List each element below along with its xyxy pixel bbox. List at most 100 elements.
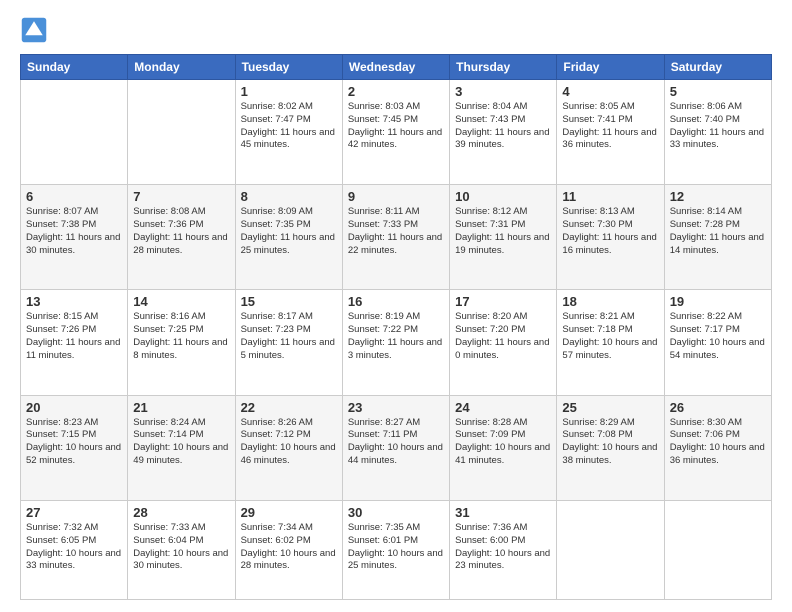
day-number: 5 bbox=[670, 84, 766, 99]
day-info: Sunrise: 8:30 AM Sunset: 7:06 PM Dayligh… bbox=[670, 417, 766, 468]
calendar-cell bbox=[557, 500, 664, 599]
day-info: Sunrise: 8:23 AM Sunset: 7:15 PM Dayligh… bbox=[26, 417, 122, 468]
logo bbox=[20, 16, 52, 44]
calendar-header-monday: Monday bbox=[128, 55, 235, 80]
day-number: 4 bbox=[562, 84, 658, 99]
day-number: 17 bbox=[455, 294, 551, 309]
day-number: 21 bbox=[133, 400, 229, 415]
calendar-cell: 20 Sunrise: 8:23 AM Sunset: 7:15 PM Dayli… bbox=[21, 395, 128, 500]
calendar-cell: 21 Sunrise: 8:24 AM Sunset: 7:14 PM Dayli… bbox=[128, 395, 235, 500]
day-number: 1 bbox=[241, 84, 337, 99]
day-info: Sunrise: 7:35 AM Sunset: 6:01 PM Dayligh… bbox=[348, 522, 444, 573]
calendar-cell: 5 Sunrise: 8:06 AM Sunset: 7:40 PM Daylig… bbox=[664, 80, 771, 185]
logo-icon bbox=[20, 16, 48, 44]
calendar-header-friday: Friday bbox=[557, 55, 664, 80]
day-info: Sunrise: 8:09 AM Sunset: 7:35 PM Dayligh… bbox=[241, 206, 337, 257]
calendar-cell: 19Sunrise: 8:22 AM Sunset: 7:17 PM Dayli… bbox=[664, 290, 771, 395]
calendar-cell: 27 Sunrise: 7:32 AM Sunset: 6:05 PM Dayli… bbox=[21, 500, 128, 599]
calendar-week-1: 1Sunrise: 8:02 AM Sunset: 7:47 PM Daylig… bbox=[21, 80, 772, 185]
day-number: 16 bbox=[348, 294, 444, 309]
calendar-cell: 29 Sunrise: 7:34 AM Sunset: 6:02 PM Dayli… bbox=[235, 500, 342, 599]
day-number: 24 bbox=[455, 400, 551, 415]
day-info: Sunrise: 8:22 AM Sunset: 7:17 PM Dayligh… bbox=[670, 311, 766, 362]
calendar-cell: 10 Sunrise: 8:12 AM Sunset: 7:31 PM Dayli… bbox=[450, 185, 557, 290]
calendar-cell: 4 Sunrise: 8:05 AM Sunset: 7:41 PM Daylig… bbox=[557, 80, 664, 185]
calendar-cell bbox=[21, 80, 128, 185]
day-number: 9 bbox=[348, 189, 444, 204]
calendar-cell: 18 Sunrise: 8:21 AM Sunset: 7:18 PM Dayli… bbox=[557, 290, 664, 395]
day-info: Sunrise: 8:28 AM Sunset: 7:09 PM Dayligh… bbox=[455, 417, 551, 468]
calendar-cell: 26 Sunrise: 8:30 AM Sunset: 7:06 PM Dayli… bbox=[664, 395, 771, 500]
day-number: 30 bbox=[348, 505, 444, 520]
calendar-cell: 7Sunrise: 8:08 AM Sunset: 7:36 PM Daylig… bbox=[128, 185, 235, 290]
day-info: Sunrise: 8:04 AM Sunset: 7:43 PM Dayligh… bbox=[455, 101, 551, 152]
calendar-cell: 2 Sunrise: 8:03 AM Sunset: 7:45 PM Daylig… bbox=[342, 80, 449, 185]
calendar-cell: 8 Sunrise: 8:09 AM Sunset: 7:35 PM Daylig… bbox=[235, 185, 342, 290]
day-info: Sunrise: 8:06 AM Sunset: 7:40 PM Dayligh… bbox=[670, 101, 766, 152]
calendar-cell: 28 Sunrise: 7:33 AM Sunset: 6:04 PM Dayli… bbox=[128, 500, 235, 599]
day-number: 7 bbox=[133, 189, 229, 204]
calendar-cell: 17 Sunrise: 8:20 AM Sunset: 7:20 PM Dayli… bbox=[450, 290, 557, 395]
calendar-cell: 30 Sunrise: 7:35 AM Sunset: 6:01 PM Dayli… bbox=[342, 500, 449, 599]
day-info: Sunrise: 8:21 AM Sunset: 7:18 PM Dayligh… bbox=[562, 311, 658, 362]
calendar-cell: 31 Sunrise: 7:36 AM Sunset: 6:00 PM Dayli… bbox=[450, 500, 557, 599]
day-number: 22 bbox=[241, 400, 337, 415]
day-info: Sunrise: 8:03 AM Sunset: 7:45 PM Dayligh… bbox=[348, 101, 444, 152]
calendar-cell: 13 Sunrise: 8:15 AM Sunset: 7:26 PM Dayli… bbox=[21, 290, 128, 395]
calendar-week-2: 6Sunrise: 8:07 AM Sunset: 7:38 PM Daylig… bbox=[21, 185, 772, 290]
calendar-header-saturday: Saturday bbox=[664, 55, 771, 80]
calendar-cell: 1Sunrise: 8:02 AM Sunset: 7:47 PM Daylig… bbox=[235, 80, 342, 185]
calendar-cell: 23 Sunrise: 8:27 AM Sunset: 7:11 PM Dayli… bbox=[342, 395, 449, 500]
day-info: Sunrise: 8:17 AM Sunset: 7:23 PM Dayligh… bbox=[241, 311, 337, 362]
day-number: 25 bbox=[562, 400, 658, 415]
calendar-cell: 9 Sunrise: 8:11 AM Sunset: 7:33 PM Daylig… bbox=[342, 185, 449, 290]
day-info: Sunrise: 7:32 AM Sunset: 6:05 PM Dayligh… bbox=[26, 522, 122, 573]
day-info: Sunrise: 8:29 AM Sunset: 7:08 PM Dayligh… bbox=[562, 417, 658, 468]
day-number: 28 bbox=[133, 505, 229, 520]
calendar-week-3: 13 Sunrise: 8:15 AM Sunset: 7:26 PM Dayli… bbox=[21, 290, 772, 395]
day-info: Sunrise: 8:27 AM Sunset: 7:11 PM Dayligh… bbox=[348, 417, 444, 468]
day-info: Sunrise: 8:15 AM Sunset: 7:26 PM Dayligh… bbox=[26, 311, 122, 362]
day-info: Sunrise: 8:20 AM Sunset: 7:20 PM Dayligh… bbox=[455, 311, 551, 362]
calendar-cell bbox=[128, 80, 235, 185]
day-number: 3 bbox=[455, 84, 551, 99]
calendar-header-sunday: Sunday bbox=[21, 55, 128, 80]
calendar-cell: 3 Sunrise: 8:04 AM Sunset: 7:43 PM Daylig… bbox=[450, 80, 557, 185]
day-number: 23 bbox=[348, 400, 444, 415]
day-info: Sunrise: 7:36 AM Sunset: 6:00 PM Dayligh… bbox=[455, 522, 551, 573]
day-number: 14 bbox=[133, 294, 229, 309]
day-info: Sunrise: 7:34 AM Sunset: 6:02 PM Dayligh… bbox=[241, 522, 337, 573]
day-number: 18 bbox=[562, 294, 658, 309]
day-info: Sunrise: 8:07 AM Sunset: 7:38 PM Dayligh… bbox=[26, 206, 122, 257]
day-number: 26 bbox=[670, 400, 766, 415]
day-info: Sunrise: 8:14 AM Sunset: 7:28 PM Dayligh… bbox=[670, 206, 766, 257]
calendar-cell: 15 Sunrise: 8:17 AM Sunset: 7:23 PM Dayli… bbox=[235, 290, 342, 395]
day-number: 29 bbox=[241, 505, 337, 520]
calendar-cell: 11Sunrise: 8:13 AM Sunset: 7:30 PM Dayli… bbox=[557, 185, 664, 290]
day-number: 2 bbox=[348, 84, 444, 99]
day-number: 31 bbox=[455, 505, 551, 520]
calendar-header-tuesday: Tuesday bbox=[235, 55, 342, 80]
day-info: Sunrise: 8:12 AM Sunset: 7:31 PM Dayligh… bbox=[455, 206, 551, 257]
day-number: 15 bbox=[241, 294, 337, 309]
day-number: 13 bbox=[26, 294, 122, 309]
calendar-cell: 22 Sunrise: 8:26 AM Sunset: 7:12 PM Dayli… bbox=[235, 395, 342, 500]
calendar-week-5: 27 Sunrise: 7:32 AM Sunset: 6:05 PM Dayli… bbox=[21, 500, 772, 599]
day-info: Sunrise: 8:26 AM Sunset: 7:12 PM Dayligh… bbox=[241, 417, 337, 468]
day-info: Sunrise: 8:13 AM Sunset: 7:30 PM Dayligh… bbox=[562, 206, 658, 257]
calendar-cell: 14Sunrise: 8:16 AM Sunset: 7:25 PM Dayli… bbox=[128, 290, 235, 395]
calendar-cell: 24 Sunrise: 8:28 AM Sunset: 7:09 PM Dayli… bbox=[450, 395, 557, 500]
calendar-cell: 6Sunrise: 8:07 AM Sunset: 7:38 PM Daylig… bbox=[21, 185, 128, 290]
calendar-cell: 16Sunrise: 8:19 AM Sunset: 7:22 PM Dayli… bbox=[342, 290, 449, 395]
day-number: 10 bbox=[455, 189, 551, 204]
calendar-header-thursday: Thursday bbox=[450, 55, 557, 80]
day-number: 27 bbox=[26, 505, 122, 520]
day-info: Sunrise: 8:24 AM Sunset: 7:14 PM Dayligh… bbox=[133, 417, 229, 468]
day-info: Sunrise: 7:33 AM Sunset: 6:04 PM Dayligh… bbox=[133, 522, 229, 573]
day-info: Sunrise: 8:05 AM Sunset: 7:41 PM Dayligh… bbox=[562, 101, 658, 152]
day-info: Sunrise: 8:11 AM Sunset: 7:33 PM Dayligh… bbox=[348, 206, 444, 257]
day-number: 20 bbox=[26, 400, 122, 415]
calendar-table: SundayMondayTuesdayWednesdayThursdayFrid… bbox=[20, 54, 772, 600]
day-number: 8 bbox=[241, 189, 337, 204]
page: SundayMondayTuesdayWednesdayThursdayFrid… bbox=[0, 0, 792, 612]
